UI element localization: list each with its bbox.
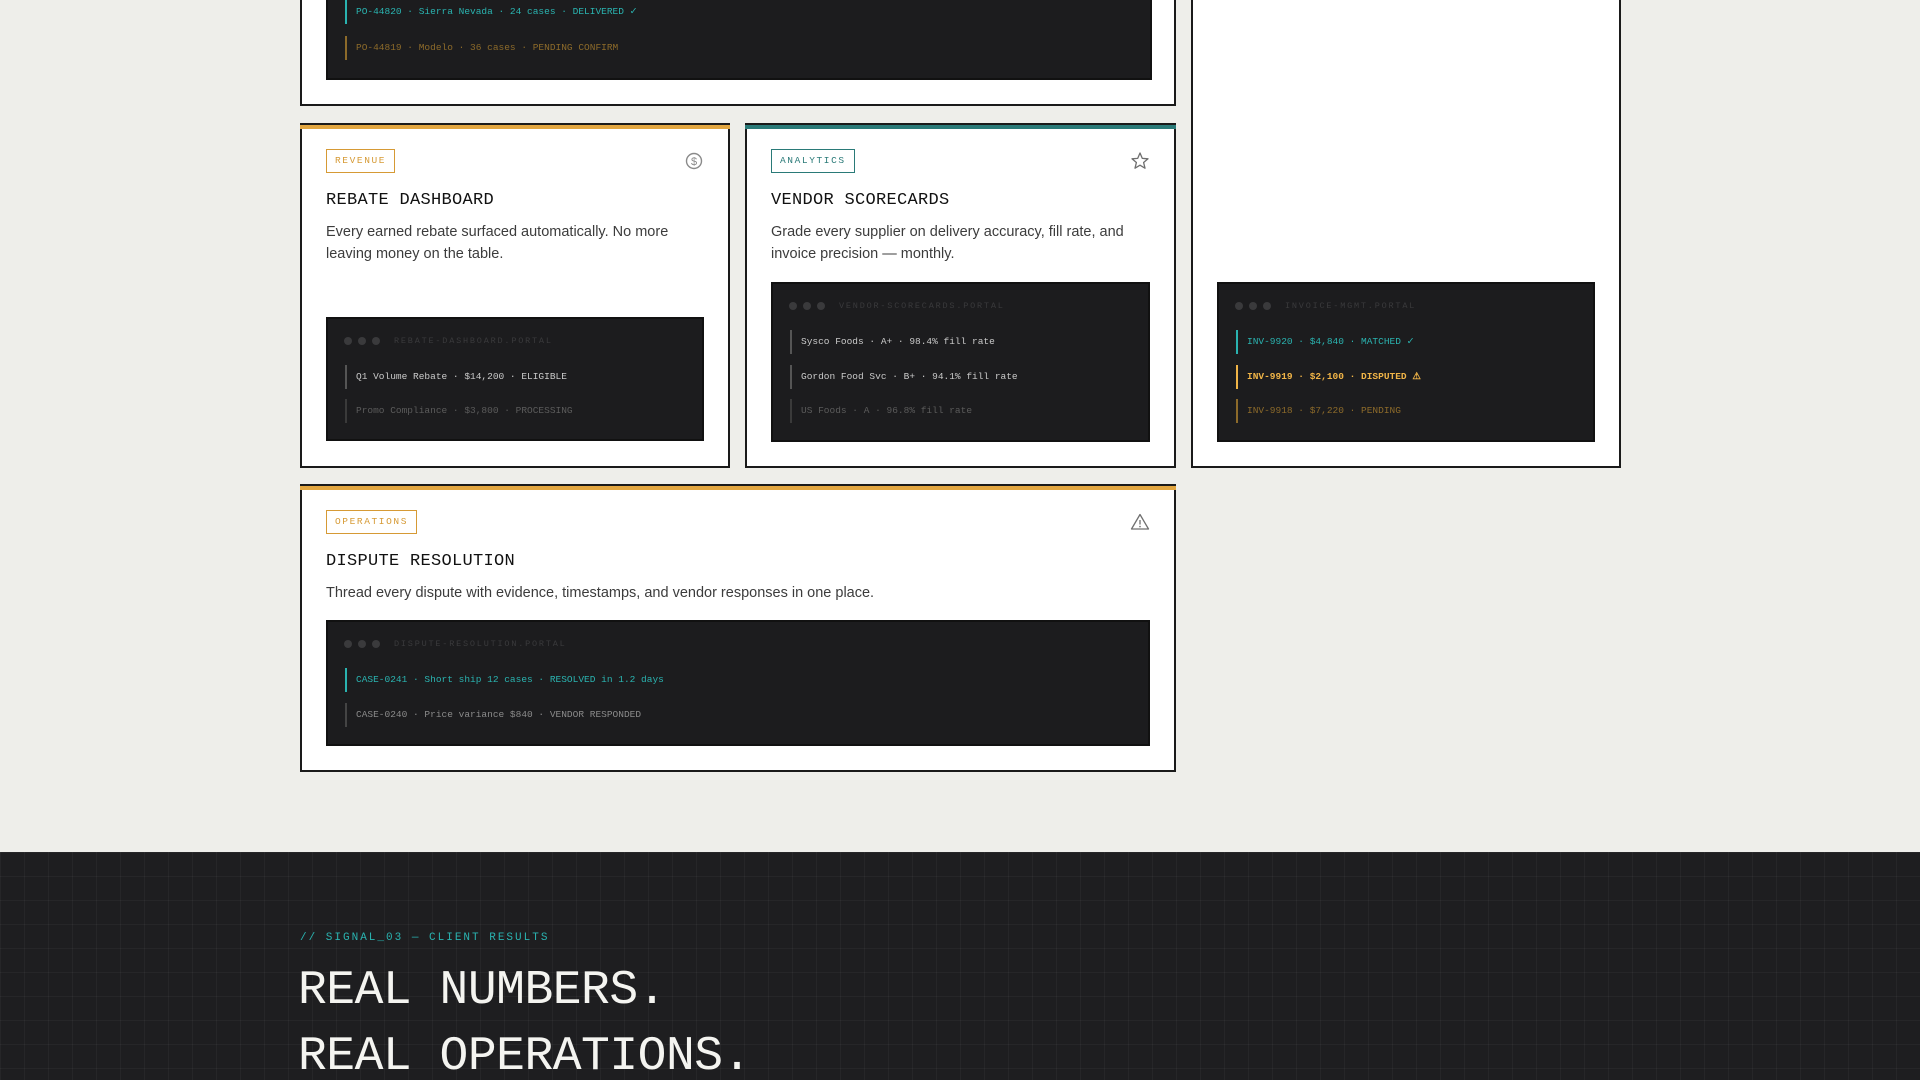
card-tag: REVENUE: [326, 149, 396, 173]
purchase-orders-card: PO-44820 · Sierra Nevada · 24 cases · DE…: [300, 0, 1176, 106]
window-dot-icon: [358, 337, 366, 345]
window-dot-icon: [372, 337, 380, 345]
terminal-line: PO-44819 · Modelo · 36 cases · PENDING C…: [345, 36, 618, 60]
card-description: Grade every supplier on delivery accurac…: [771, 224, 1124, 262]
window-dot-icon: [817, 302, 825, 310]
svg-text:$: $: [691, 156, 697, 168]
purchase-orders-terminal: PO-44820 · Sierra Nevada · 24 cases · DE…: [326, 0, 1152, 80]
dollar-circle-icon: $: [685, 152, 703, 170]
window-dot-icon: [358, 640, 366, 648]
card-title: REBATE DASHBOARD: [326, 191, 495, 210]
window-dot-icon: [372, 640, 380, 648]
vendor-scorecards-card[interactable]: ANALYTICS VENDOR SCORECARDS Grade every …: [745, 123, 1176, 468]
section-headline: REAL NUMBERS. REAL OPERATIONS.: [298, 958, 751, 1080]
star-icon: [1131, 152, 1149, 169]
warning-triangle-icon: [1130, 513, 1150, 530]
headline-line: REAL OPERATIONS.: [298, 1030, 751, 1080]
terminal-line: INV-9920 · $4,840 · MATCHED ✓: [1236, 330, 1415, 354]
card-accent-bar: [300, 484, 1176, 490]
terminal-header: DISPUTE-RESOLUTION.PORTAL: [344, 638, 567, 650]
terminal-line: Gordon Food Svc · B+ · 94.1% fill rate: [790, 365, 1018, 389]
terminal-line: CASE-0241 · Short ship 12 cases · RESOLV…: [345, 668, 664, 692]
terminal-line: CASE-0240 · Price variance $840 · VENDOR…: [345, 703, 641, 727]
headline-line: REAL NUMBERS.: [298, 964, 666, 1018]
invoice-management-card: INVOICE-MGMT.PORTAL INV-9920 · $4,840 · …: [1191, 0, 1621, 468]
card-description: Every earned rebate surfaced automatical…: [326, 224, 669, 262]
terminal-label: VENDOR-SCORECARDS.PORTAL: [839, 301, 1005, 311]
card-title: DISPUTE RESOLUTION: [326, 552, 516, 571]
card-accent-bar: [300, 123, 730, 129]
terminal-line: INV-9919 · $2,100 · DISPUTED ⚠: [1236, 365, 1421, 389]
terminal-line: Q1 Volume Rebate · $14,200 · ELIGIBLE: [345, 365, 567, 389]
terminal-line: Promo Compliance · $3,800 · PROCESSING: [345, 399, 573, 423]
window-dot-icon: [344, 640, 352, 648]
invoice-terminal: INVOICE-MGMT.PORTAL INV-9920 · $4,840 · …: [1217, 282, 1595, 442]
client-results-section: // SIGNAL_03 — CLIENT RESULTS REAL NUMBE…: [0, 852, 1920, 1080]
card-accent-bar: [745, 123, 1176, 129]
vendor-terminal: VENDOR-SCORECARDS.PORTAL Sysco Foods · A…: [771, 282, 1150, 442]
card-description: Thread every dispute with evidence, time…: [326, 585, 875, 601]
dispute-resolution-card[interactable]: OPERATIONS DISPUTE RESOLUTION Thread eve…: [300, 484, 1176, 772]
window-dot-icon: [1235, 302, 1243, 310]
window-dot-icon: [344, 337, 352, 345]
terminal-line: INV-9918 · $7,220 · PENDING: [1236, 399, 1401, 423]
card-tag: OPERATIONS: [326, 510, 418, 534]
window-dot-icon: [789, 302, 797, 310]
terminal-label: REBATE-DASHBOARD.PORTAL: [394, 336, 553, 346]
rebate-terminal: REBATE-DASHBOARD.PORTAL Q1 Volume Rebate…: [326, 317, 704, 441]
dispute-terminal: DISPUTE-RESOLUTION.PORTAL CASE-0241 · Sh…: [326, 620, 1150, 746]
card-tag: ANALYTICS: [771, 149, 855, 173]
window-dot-icon: [1263, 302, 1271, 310]
terminal-header: REBATE-DASHBOARD.PORTAL: [344, 335, 553, 347]
terminal-header: INVOICE-MGMT.PORTAL: [1235, 300, 1416, 312]
terminal-label: DISPUTE-RESOLUTION.PORTAL: [394, 639, 567, 649]
terminal-line: Sysco Foods · A+ · 98.4% fill rate: [790, 330, 995, 354]
terminal-header: VENDOR-SCORECARDS.PORTAL: [789, 300, 1005, 312]
window-dot-icon: [803, 302, 811, 310]
rebate-dashboard-card[interactable]: REVENUE $ REBATE DASHBOARD Every earned …: [300, 123, 730, 468]
window-dot-icon: [1249, 302, 1257, 310]
terminal-label: INVOICE-MGMT.PORTAL: [1285, 301, 1417, 311]
section-kicker: // SIGNAL_03 — CLIENT RESULTS: [300, 932, 550, 944]
terminal-line: US Foods · A · 96.8% fill rate: [790, 399, 972, 423]
card-title: VENDOR SCORECARDS: [771, 191, 950, 210]
terminal-line: PO-44820 · Sierra Nevada · 24 cases · DE…: [345, 0, 638, 24]
